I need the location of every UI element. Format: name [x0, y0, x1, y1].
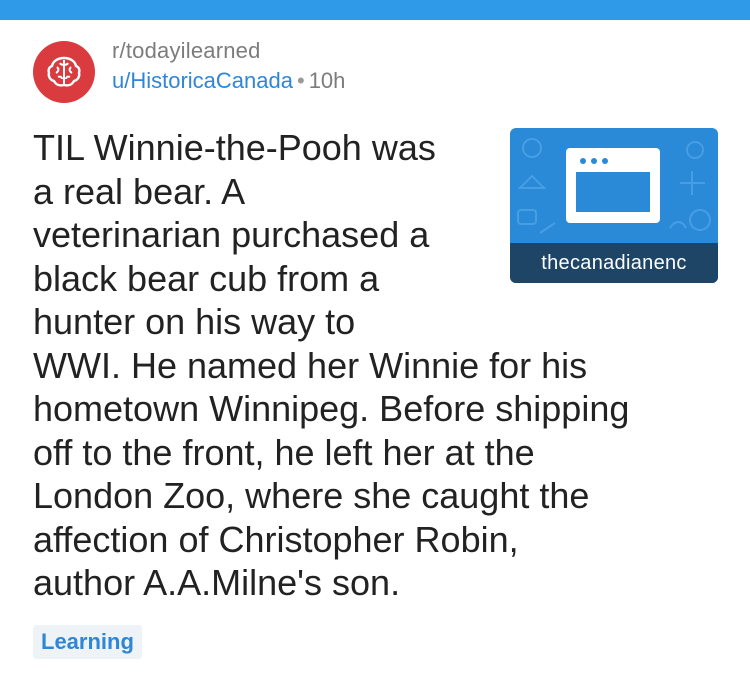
- title-line: London Zoo, where she caught the: [33, 475, 590, 516]
- post-time: 10h: [308, 68, 346, 93]
- title-line: hometown Winnipeg. Before shipping: [33, 388, 630, 429]
- title-line: black bear cub from a: [33, 257, 380, 299]
- title-line: WWI. He named her Winnie for his: [33, 344, 588, 386]
- title-line: hunter on his way to: [33, 301, 356, 342]
- post-title[interactable]: TIL Winnie-the-Pooh was a real bear. A v…: [33, 126, 723, 605]
- brain-icon: [47, 56, 81, 87]
- title-line: author A.A.Milne's son.: [33, 562, 401, 603]
- subreddit-avatar[interactable]: [33, 41, 95, 103]
- author-link[interactable]: u/HistoricaCanada: [112, 68, 293, 93]
- title-line: a real bear. A: [33, 170, 246, 212]
- status-bar: [0, 0, 750, 20]
- title-line: off to the front, he left her at the: [33, 431, 535, 473]
- post-header: r/todayilearned u/HistoricaCanada • 10h: [0, 20, 750, 110]
- title-line: TIL Winnie-the-Pooh was: [33, 127, 436, 168]
- separator-dot: •: [296, 68, 305, 93]
- title-line: veterinarian purchased a: [33, 214, 430, 255]
- subreddit-link[interactable]: r/todayilearned: [112, 38, 345, 64]
- title-line: affection of Christopher Robin,: [33, 518, 519, 560]
- byline: u/HistoricaCanada • 10h: [112, 68, 345, 94]
- post-flair[interactable]: Learning: [33, 625, 142, 659]
- post-meta: r/todayilearned u/HistoricaCanada • 10h: [112, 38, 345, 94]
